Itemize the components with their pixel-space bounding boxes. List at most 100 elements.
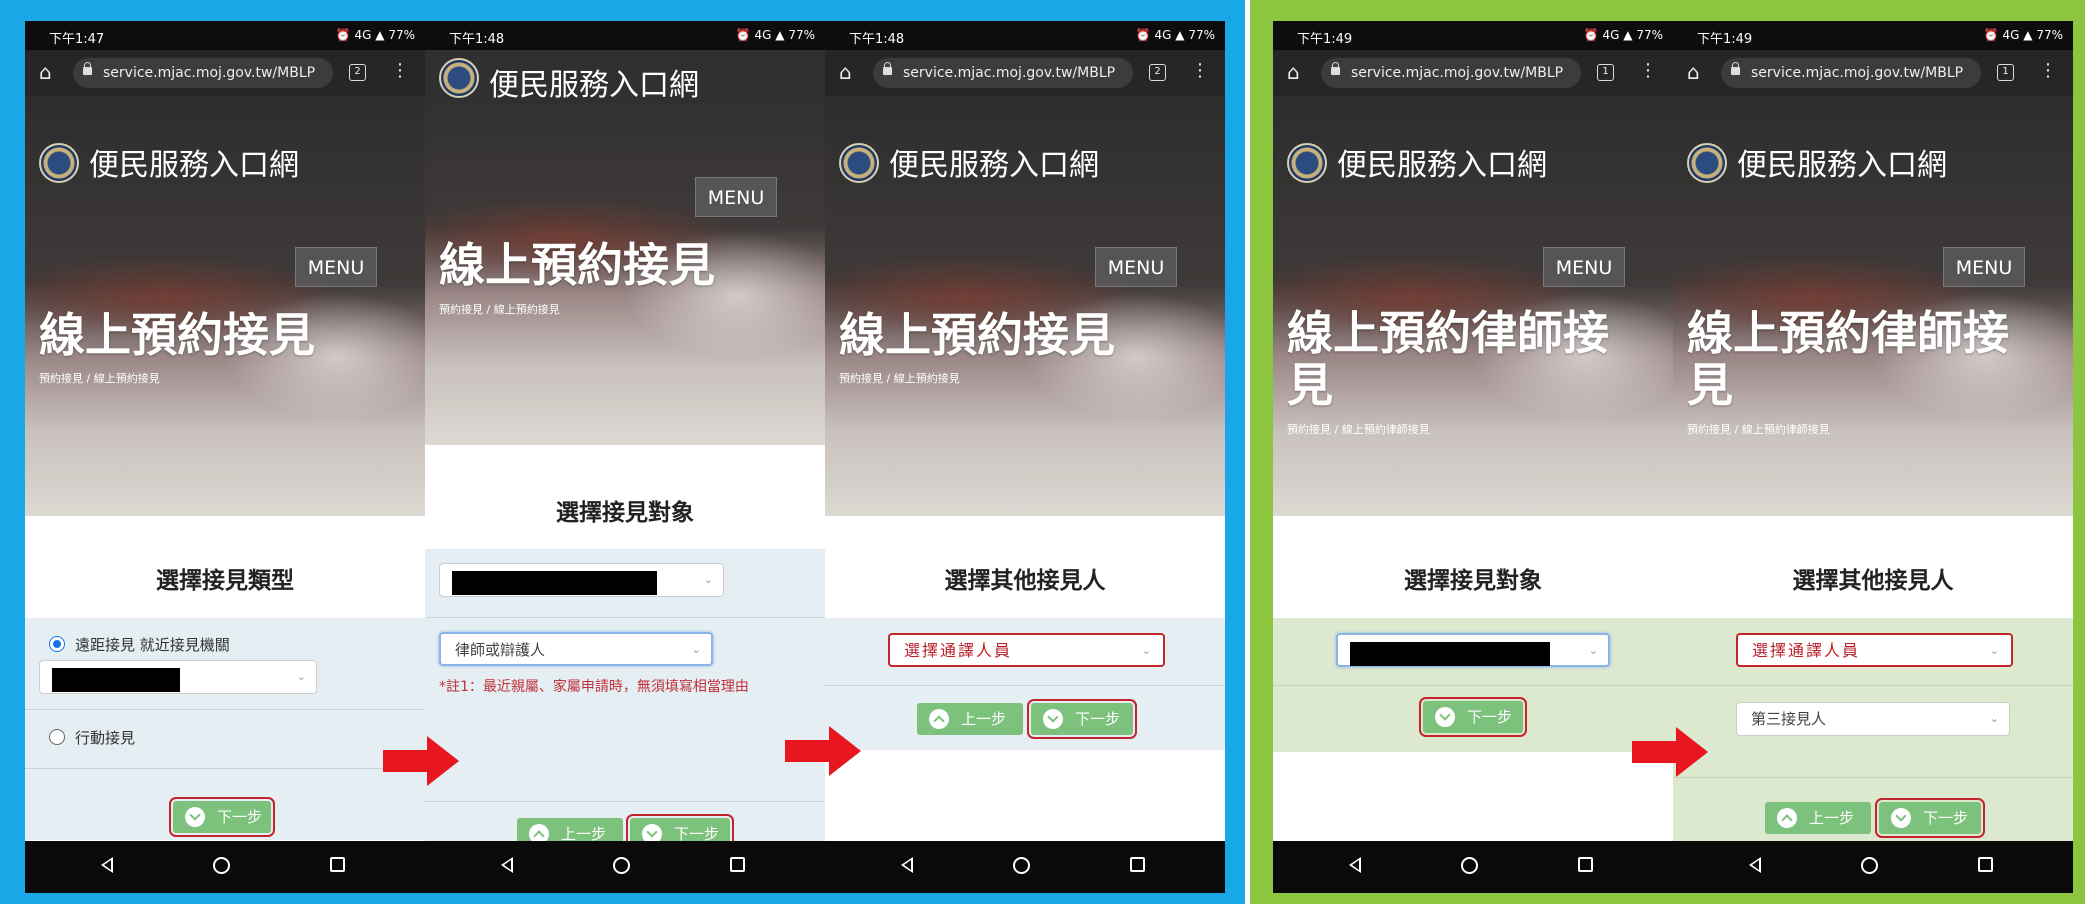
back-icon[interactable]: [1749, 857, 1761, 873]
site-logo[interactable]: [439, 58, 479, 98]
recent-apps-icon[interactable]: [1130, 857, 1145, 872]
tab-count-icon[interactable]: 1: [1997, 64, 2014, 81]
next-button[interactable]: 下一步: [1875, 798, 1985, 838]
radio-remote-visit[interactable]: [49, 636, 65, 652]
menu-button[interactable]: MENU: [1943, 247, 2025, 287]
site-logo[interactable]: [39, 143, 79, 183]
site-name[interactable]: 便民服務入口網: [489, 60, 699, 104]
chevron-down-circle-icon: [1435, 707, 1455, 727]
blue-frame-group: 下午1:47 ⏰ 4G ▲ 77% ⌂ service.mjac.moj.gov…: [0, 0, 1245, 904]
divider: [1273, 685, 1673, 686]
next-button[interactable]: 下一步: [1027, 699, 1137, 739]
page-title: 線上預約接見: [839, 308, 1115, 362]
battery-level: 77%: [788, 28, 815, 42]
breadcrumb: 預約接見 / 線上預約接見: [439, 303, 560, 316]
url-text: service.mjac.moj.gov.tw/MBLP: [103, 65, 316, 81]
breadcrumb: 預約接見 / 線上預約律師接見: [1687, 423, 1830, 436]
prev-button[interactable]: 上一步: [1765, 802, 1871, 834]
home-circle-icon[interactable]: [1461, 857, 1478, 874]
site-name[interactable]: 便民服務入口網: [1337, 140, 1547, 184]
hero-banner: MENU 線上預約接見 預約接見 / 線上預約接見: [425, 50, 825, 445]
recent-apps-icon[interactable]: [1978, 857, 1993, 872]
prev-label: 上一步: [1809, 809, 1855, 827]
radio-mobile-visit[interactable]: [49, 729, 65, 745]
address-field[interactable]: service.mjac.moj.gov.tw/MBLP: [1721, 58, 1981, 88]
breadcrumb: 預約接見 / 線上預約律師接見: [1287, 423, 1430, 436]
visitee-select[interactable]: ⌄: [439, 563, 724, 597]
home-circle-icon[interactable]: [213, 857, 230, 874]
network-indicator: 4G: [1154, 28, 1172, 42]
page-title: 線上預約接見: [39, 308, 315, 362]
site-logo[interactable]: [1687, 143, 1727, 183]
divider: [425, 801, 825, 802]
url-text: service.mjac.moj.gov.tw/MBLP: [903, 65, 1116, 81]
page-title: 線上預約接見: [439, 238, 715, 292]
recent-apps-icon[interactable]: [730, 857, 745, 872]
redacted-value: [452, 571, 657, 595]
site-name[interactable]: 便民服務入口網: [89, 140, 299, 184]
more-options-icon[interactable]: ⋮: [391, 61, 409, 81]
address-field[interactable]: service.mjac.moj.gov.tw/MBLP: [73, 58, 333, 88]
tab-count-icon[interactable]: 2: [349, 64, 366, 81]
third-visitor-select[interactable]: 第三接見人 ⌄: [1736, 702, 2010, 736]
android-nav-bar: [1273, 841, 1673, 893]
hero-banner: 便民服務入口網 MENU 線上預約接見 預約接見 / 線上預約接見: [25, 96, 425, 516]
home-circle-icon[interactable]: [613, 857, 630, 874]
flow-arrow-3: [1632, 727, 1708, 777]
tab-count-icon[interactable]: 1: [1597, 64, 1614, 81]
page-title-line-2: 見: [1687, 358, 1733, 412]
home-icon[interactable]: ⌂: [1687, 62, 1700, 82]
site-logo[interactable]: [839, 143, 879, 183]
home-icon[interactable]: ⌂: [1287, 62, 1300, 82]
menu-button[interactable]: MENU: [1543, 247, 1625, 287]
status-time: 下午1:49: [1697, 32, 1753, 47]
site-name[interactable]: 便民服務入口網: [1737, 140, 1947, 184]
address-field[interactable]: service.mjac.moj.gov.tw/MBLP: [1321, 58, 1581, 88]
back-icon[interactable]: [1349, 857, 1361, 873]
recent-apps-icon[interactable]: [1578, 857, 1593, 872]
tab-count-icon[interactable]: 2: [1149, 64, 1166, 81]
divider: [25, 709, 425, 710]
chevron-down-icon: ⌄: [296, 670, 306, 683]
form-panel: 選擇通譯人員 ⌄ 第三接見人 ⌄ 上一步 下一步: [1673, 618, 2073, 841]
interpreter-select[interactable]: 選擇通譯人員 ⌄: [888, 633, 1165, 667]
visitee-select[interactable]: ⌄: [1336, 633, 1610, 667]
lock-icon: [883, 62, 892, 75]
interpreter-select[interactable]: 選擇通譯人員 ⌄: [1736, 633, 2013, 667]
home-icon[interactable]: ⌂: [39, 62, 52, 82]
next-button[interactable]: 下一步: [1419, 697, 1527, 737]
home-circle-icon[interactable]: [1013, 857, 1030, 874]
more-options-icon[interactable]: ⋮: [1639, 61, 1657, 81]
site-logo[interactable]: [1287, 143, 1327, 183]
flow-arrow-1: [383, 736, 459, 786]
phone-screen-2: 下午1:48 ⏰ 4G ▲ 77% MENU 線上預約接見 預約接見 / 線上預…: [425, 21, 825, 893]
more-options-icon[interactable]: ⋮: [2039, 61, 2057, 81]
status-bar: 下午1:49 ⏰ 4G ▲ 77%: [1673, 21, 2073, 50]
role-select[interactable]: 律師或辯護人 ⌄: [439, 632, 713, 666]
menu-button[interactable]: MENU: [695, 177, 777, 217]
more-options-icon[interactable]: ⋮: [1191, 61, 1209, 81]
chevron-down-icon: ⌄: [1989, 712, 1999, 725]
home-circle-icon[interactable]: [1861, 857, 1878, 874]
interpreter-select-value: 選擇通譯人員: [904, 641, 1013, 660]
address-field[interactable]: service.mjac.moj.gov.tw/MBLP: [873, 58, 1133, 88]
recent-apps-icon[interactable]: [330, 857, 345, 872]
home-icon[interactable]: ⌂: [839, 62, 852, 82]
section-title: 選擇其他接見人: [944, 568, 1106, 594]
next-button[interactable]: 下一步: [169, 797, 275, 837]
chevron-down-icon: ⌄: [691, 643, 701, 656]
menu-button[interactable]: MENU: [295, 247, 377, 287]
status-bar: 下午1:47 ⏰ 4G ▲ 77%: [25, 21, 425, 50]
menu-button[interactable]: MENU: [1095, 247, 1177, 287]
redacted-value: [52, 668, 180, 692]
facility-select[interactable]: ⌄: [39, 660, 317, 694]
chevron-down-icon: ⌄: [1588, 644, 1598, 657]
page-title-line-1: 線上預約律師接: [1287, 306, 1609, 360]
back-icon[interactable]: [901, 857, 913, 873]
form-panel: 選擇通譯人員 ⌄ 上一步 下一步: [825, 618, 1225, 750]
chevron-up-circle-icon: [1777, 808, 1797, 828]
site-name[interactable]: 便民服務入口網: [889, 140, 1099, 184]
back-icon[interactable]: [501, 857, 513, 873]
back-icon[interactable]: [101, 857, 113, 873]
prev-button[interactable]: 上一步: [917, 703, 1023, 735]
